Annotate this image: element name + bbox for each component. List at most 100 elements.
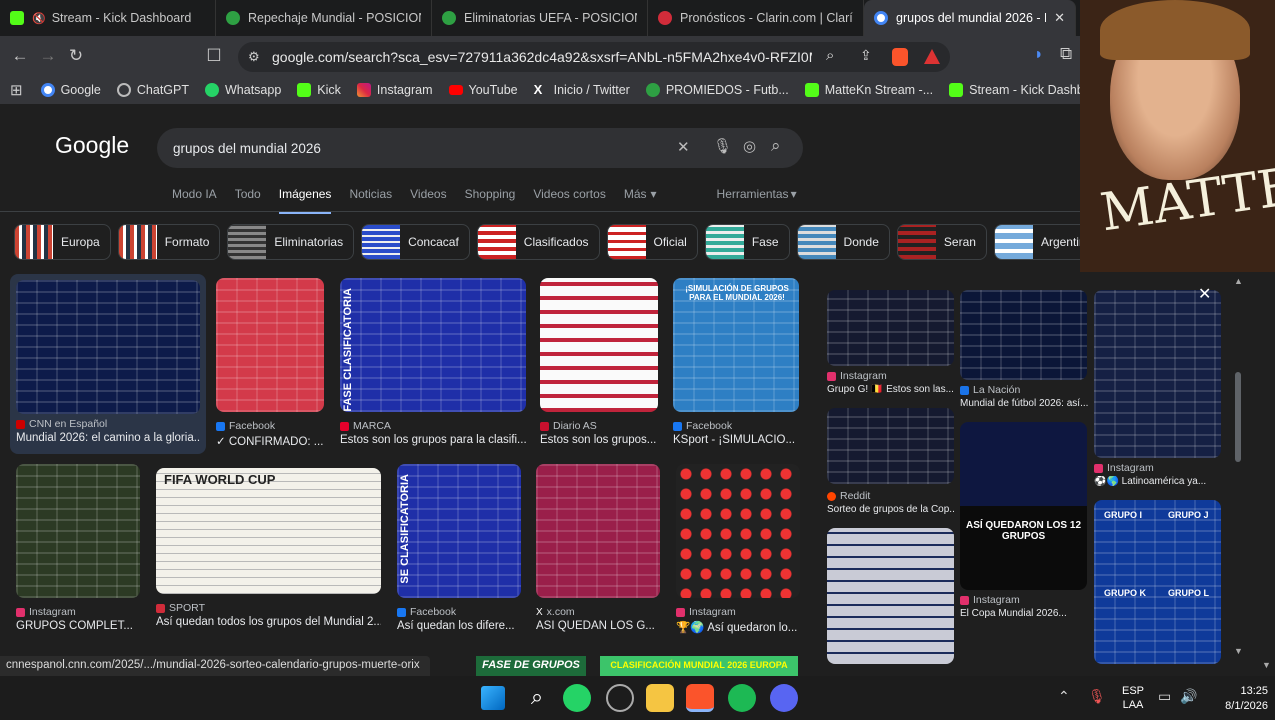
bookmark-icon[interactable]: ☐ [200,46,228,66]
forward-icon[interactable]: → [34,46,62,66]
chip-concacaf[interactable]: Concacaf [361,224,470,260]
tab-videos[interactable]: Videos [410,187,446,214]
tab-repechaje[interactable]: Repechaje Mundial - POSICIONES [216,0,432,36]
image-result[interactable]: Diario AS Estos son los grupos... [540,278,658,446]
image-result[interactable]: FASE CLASIFICATORIA MARCA Estos son los … [340,278,526,446]
related-image[interactable]: GRUPO I GRUPO J GRUPO K GRUPO L [1094,500,1221,664]
close-panel-icon[interactable]: ✕ [1198,284,1211,304]
discord-icon[interactable] [770,684,798,712]
related-caption-block[interactable]: Instagram El Copa Mundial 2026... [960,594,1092,619]
bookmark-kick[interactable]: Kick [297,83,341,97]
file-explorer-icon[interactable] [646,684,674,712]
related-caption-block[interactable]: Instagram ⚽🌎 Latinoamérica ya... [1094,462,1234,487]
tab-videos-cortos[interactable]: Videos cortos [533,187,606,214]
chip-oficial[interactable]: Oficial [606,224,698,260]
scroll-down-icon[interactable]: ▼ [1234,646,1243,656]
tab-eliminatorias[interactable]: Eliminatorias UEFA - POSICIONES [432,0,648,36]
image-result[interactable]: CNN en Español Mundial 2026: el camino a… [10,274,206,454]
related-image[interactable] [827,528,954,664]
image-result[interactable]: Instagram 🏆🌍 Así quedaron lo... [676,464,800,634]
brave-browser-icon[interactable] [686,684,714,712]
tab-imagenes[interactable]: Imágenes [278,187,332,214]
search-input[interactable]: grupos del mundial 2026 ✕ 🎙 ◎ ⌕ [157,128,803,168]
chip-thumbnail [897,225,936,259]
tools-button[interactable]: Herramientas [717,187,789,214]
search-icon[interactable]: ⌕ [523,684,551,712]
google-logo[interactable]: Google [55,132,129,159]
image-result[interactable]: ¡SIMULACIÓN DE GRUPOS PARA EL MUNDIAL 20… [673,278,799,446]
tab-kick-dashboard[interactable]: 🔇 Stream - Kick Dashboard [0,0,216,36]
tab-google-search[interactable]: grupos del mundial 2026 - Bu ✕ [864,0,1076,36]
chip-clasificados[interactable]: Clasificados [476,224,600,260]
search-icon[interactable]: ⌕ [771,136,781,156]
microphone-icon[interactable]: 🎙 [1088,688,1106,705]
lens-icon[interactable]: ◎ [743,137,756,155]
site-info-icon[interactable]: ⚙ [248,49,260,65]
image-result-partial[interactable]: CLASIFICACIÓN MUNDIAL 2026 EUROPA [600,656,798,676]
panel-scrollbar[interactable] [1235,372,1241,462]
tab-todo[interactable]: Todo [235,187,261,214]
chip-donde[interactable]: Donde [796,224,890,260]
apps-grid-icon[interactable]: ⊞ [10,81,23,99]
chip-seran[interactable]: Seran [896,224,987,260]
chip-europa[interactable]: Europa [14,224,111,260]
related-caption-block[interactable]: La Nación Mundial de fútbol 2026: así... [960,384,1092,409]
related-image[interactable] [1094,290,1221,458]
image-result-partial[interactable]: FASE DE GRUPOS [476,656,586,676]
volume-icon[interactable]: 🔊 [1180,688,1197,705]
related-image[interactable] [960,290,1087,380]
related-image[interactable] [827,408,954,484]
bookmark-kick-dashboard[interactable]: Stream - Kick Dashb... [949,83,1094,97]
image-result[interactable]: Xx.com ASÍ QUEDAN LOS G... [536,464,660,632]
page-scroll-down-icon[interactable]: ▼ [1262,660,1271,670]
back-icon[interactable]: ← [6,46,34,66]
bookmark-instagram[interactable]: Instagram [356,83,433,97]
related-caption-block[interactable]: Reddit Sorteo de grupos de la Cop... [827,490,954,515]
related-image[interactable]: ASÍ QUEDARON LOS 12 GRUPOS [960,422,1087,590]
share-icon[interactable]: ⇪ [860,47,872,64]
result-caption: ⚽🌎 Latinoamérica ya... [1094,476,1207,487]
chip-formato[interactable]: Formato [117,224,221,260]
scroll-up-icon[interactable]: ▲ [1234,276,1243,286]
windows-start-icon[interactable] [481,686,505,710]
bookmark-twitter[interactable]: X Inicio / Twitter [534,83,630,98]
spotify-icon[interactable] [728,684,756,712]
voice-search-icon[interactable]: 🎙 [713,137,732,155]
tab-shopping[interactable]: Shopping [465,187,516,214]
clock[interactable]: 13:25 8/1/2026 [1204,684,1268,714]
address-bar[interactable]: ⚙ google.com/search?sca_esv=727911a362dc… [238,42,950,72]
tab-noticias[interactable]: Noticias [349,187,392,214]
reload-icon[interactable]: ↻ [62,46,90,66]
related-caption-block[interactable]: Instagram Grupo G! 🇧🇪 Estos son las... [827,370,954,395]
tab-mas[interactable]: Más [624,187,647,214]
bookmark-chatgpt[interactable]: ChatGPT [116,83,189,97]
whatsapp-icon[interactable] [563,684,591,712]
chevron-up-icon[interactable]: ⌃ [1058,688,1070,705]
related-image[interactable] [827,290,954,366]
chip-argentina[interactable]: Argentina [993,224,1080,260]
obs-icon[interactable] [606,684,634,712]
close-tab-icon[interactable]: ✕ [1046,10,1065,26]
bookmark-whatsapp[interactable]: Whatsapp [205,83,281,97]
bookmark-matteken[interactable]: MatteKn Stream -... [804,83,933,97]
brave-shields-icon[interactable] [892,48,908,66]
bookmark-google[interactable]: Google [40,83,101,97]
image-result[interactable]: Instagram GRUPOS COMPLET... [16,464,140,632]
image-result[interactable]: Facebook ✓ CONFIRMADO: ... [216,278,324,448]
chip-fase[interactable]: Fase [704,224,790,260]
bookmark-youtube[interactable]: YouTube [448,83,518,97]
brave-rewards-icon[interactable] [924,49,940,64]
chip-eliminatorias[interactable]: Eliminatorias [227,224,355,260]
tab-clarin[interactable]: Pronósticos - Clarin.com | Clarín [648,0,864,36]
clear-icon[interactable]: ✕ [677,138,690,156]
language-indicator[interactable]: ESP LAA [1116,684,1150,712]
bookmark-promiedos[interactable]: PROMIEDOS - Futb... [645,83,789,97]
image-result[interactable]: SE CLASIFICATORIA Facebook Así quedan lo… [397,464,521,632]
muted-speaker-icon[interactable]: 🔇 [32,12,46,25]
tab-modo-ia[interactable]: Modo IA [172,187,217,214]
search-zoom-icon[interactable]: ⌕ [826,47,834,64]
image-result[interactable]: FIFA WORLD CUP SPORT Así quedan todos lo… [156,468,381,628]
audio-icon[interactable]: ◗ [1034,46,1044,64]
extensions-icon[interactable]: ⧉ [1060,44,1072,64]
network-icon[interactable]: ▭ [1158,688,1171,705]
